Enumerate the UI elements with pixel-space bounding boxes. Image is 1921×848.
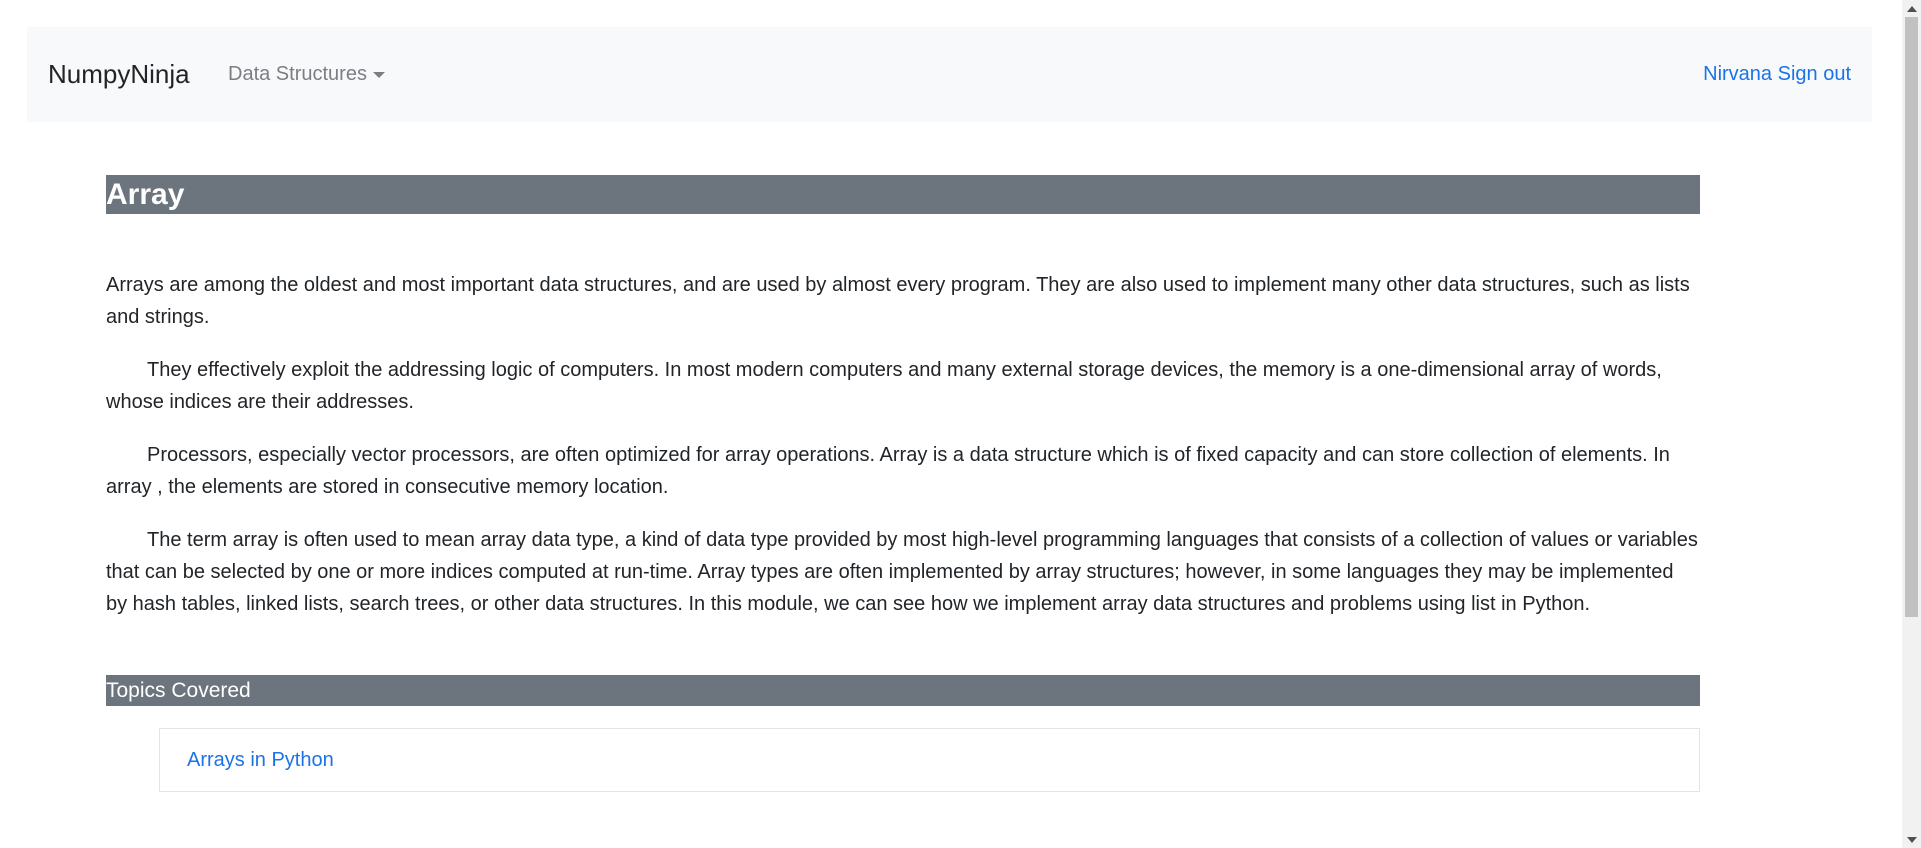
topic-link-arrays-in-python[interactable]: Arrays in Python [187, 746, 334, 774]
caret-down-icon [372, 72, 385, 78]
dropdown-label: Data Structures [228, 63, 367, 85]
vertical-scrollbar[interactable] [1902, 0, 1921, 848]
data-structures-dropdown[interactable]: Data Structures [228, 61, 385, 87]
user-name-link[interactable]: Nirvana [1703, 63, 1772, 85]
scrollbar-thumb[interactable] [1905, 17, 1918, 617]
page-title: Array [106, 175, 1700, 214]
paragraph: The term array is often used to mean arr… [106, 529, 1698, 615]
scroll-up-arrow-icon[interactable] [1902, 0, 1921, 17]
scroll-down-arrow-icon[interactable] [1902, 831, 1921, 848]
paragraph: Arrays are among the oldest and most imp… [106, 274, 1690, 328]
page: NumpyNinja Data Structures Nirvana Sign … [0, 0, 1921, 848]
user-nav: Nirvana Sign out [1703, 61, 1851, 87]
paragraph: They effectively exploit the addressing … [106, 359, 1662, 413]
brand-logo[interactable]: NumpyNinja [48, 57, 190, 91]
main-content: Array Arrays are among the oldest and mo… [106, 175, 1700, 792]
top-navbar: NumpyNinja Data Structures Nirvana Sign … [27, 27, 1872, 122]
paragraph: Processors, especially vector processors… [106, 444, 1670, 498]
topics-covered-heading: Topics Covered [106, 675, 1700, 706]
sign-out-link[interactable]: Sign out [1778, 63, 1851, 85]
topics-list-item: Arrays in Python [159, 728, 1700, 792]
